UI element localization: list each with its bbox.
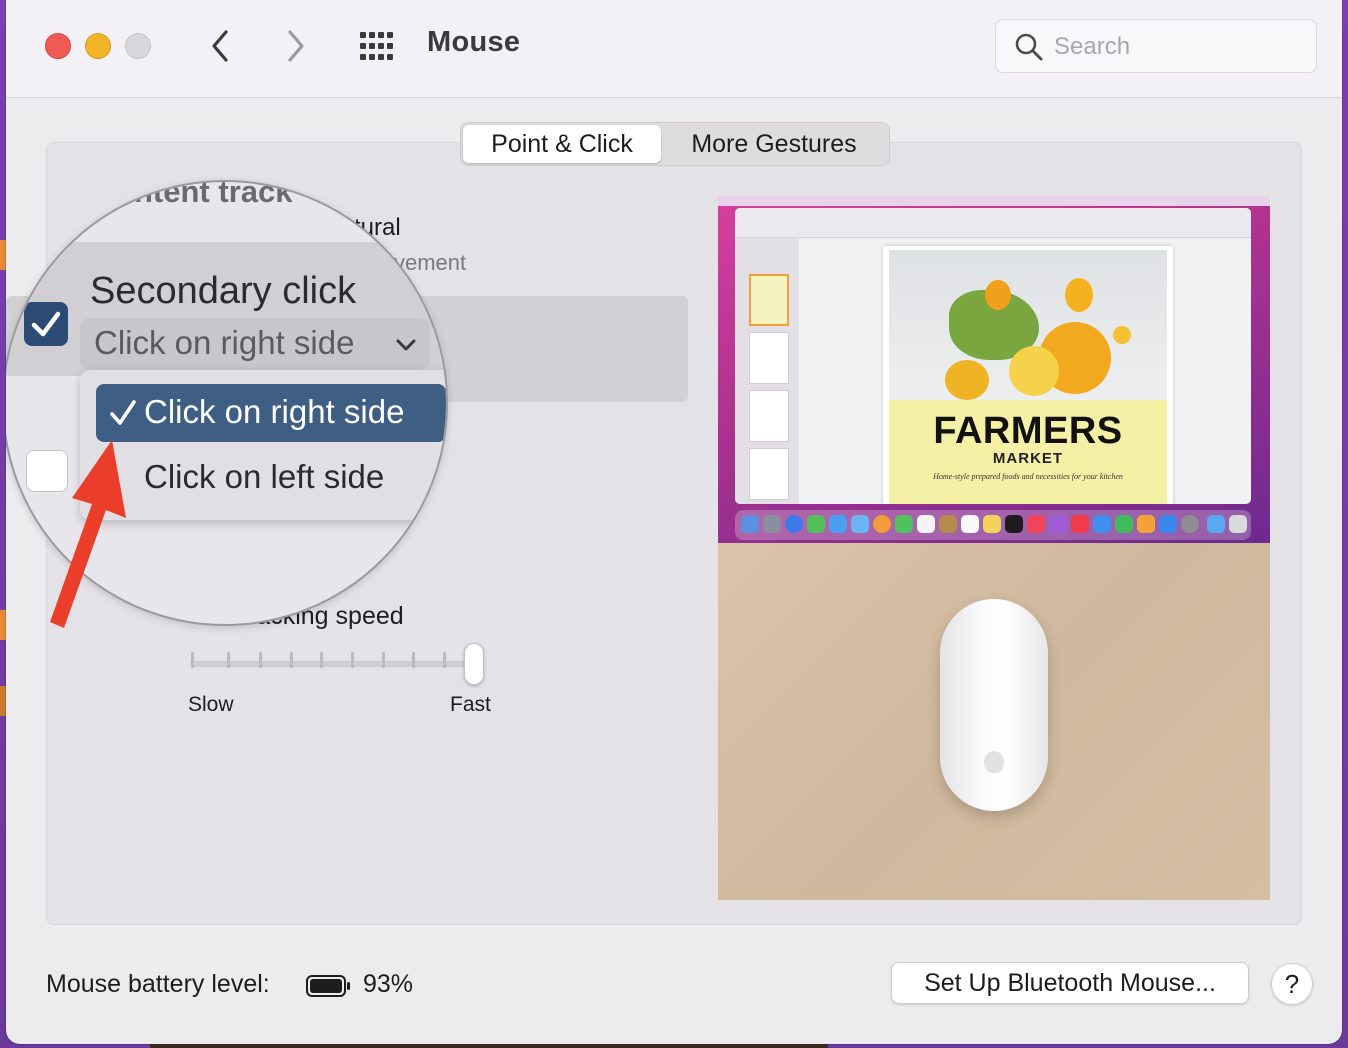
slider-tick: [191, 652, 194, 668]
back-button[interactable]: [204, 26, 238, 66]
slider-max-label: Fast: [450, 693, 491, 716]
secondary-click-value: Click on right side: [94, 324, 355, 361]
slider-tick: [290, 652, 293, 668]
help-button[interactable]: ?: [1271, 963, 1313, 1005]
slider-tick: [443, 652, 446, 668]
preview-thumbnail: [749, 274, 789, 326]
search-icon: [1015, 33, 1043, 61]
tracking-speed-slider[interactable]: [190, 661, 480, 667]
grid-icon: [360, 32, 393, 60]
slider-tick: [382, 652, 385, 668]
show-all-button[interactable]: [358, 31, 396, 61]
preview-pages-window: FARMERS MARKET Home-style prepared foods…: [735, 208, 1251, 504]
tracking-speed-slider-thumb[interactable]: [464, 643, 484, 685]
secondary-click-popup[interactable]: Click on right side: [80, 318, 430, 370]
slider-tick: [227, 652, 230, 668]
preview-dock: [735, 510, 1251, 540]
preview-menu-bar: [718, 196, 1270, 206]
chevron-left-icon: [212, 30, 228, 62]
preview-banner: FARMERS MARKET Home-style prepared foods…: [889, 400, 1167, 504]
slider-tick: [351, 652, 354, 668]
chevron-down-icon: [396, 339, 416, 351]
zoom-window-button[interactable]: [125, 33, 151, 59]
preview-doc-tagline: Home-style prepared foods and necessitie…: [933, 472, 1123, 481]
preview-doc-title: FARMERS: [933, 410, 1123, 452]
tab-bar: Point & Click More Gestures: [460, 122, 890, 166]
system-preferences-window: Mouse Point & Click More Gestures tural …: [6, 0, 1342, 1044]
secondary-click-label: Secondary click: [90, 270, 357, 312]
slider-tick: [259, 652, 262, 668]
checkmark-icon: [110, 400, 136, 425]
slider-tick: [320, 652, 323, 668]
preview-page-sidebar: [735, 238, 799, 504]
chevron-right-icon: [288, 30, 304, 62]
preview-fruit-photo: [889, 250, 1167, 400]
magic-mouse-image: [940, 599, 1048, 811]
title-bar: Mouse: [6, 0, 1342, 98]
checkmark-icon: [31, 311, 61, 337]
menu-item-click-on-left-side[interactable]: Click on left side: [144, 458, 384, 496]
preview-thumbnail: [749, 332, 789, 384]
battery-level-label: Mouse battery level:: [46, 970, 270, 998]
search-input[interactable]: [1054, 30, 1304, 64]
preview-doc-subtitle: MARKET: [992, 450, 1064, 467]
preview-mac-screen: FARMERS MARKET Home-style prepared foods…: [718, 196, 1270, 543]
minimize-window-button[interactable]: [85, 33, 111, 59]
menu-item-click-on-right-side[interactable]: Click on right side: [96, 384, 446, 442]
magnifier-cropped-label: ntent track: [134, 180, 293, 209]
close-window-button[interactable]: [45, 33, 71, 59]
battery-level-value: 93%: [363, 970, 414, 998]
tab-more-gestures[interactable]: More Gestures: [661, 125, 887, 163]
slider-tick: [412, 652, 415, 668]
preview-desk: [718, 543, 1270, 900]
battery-icon: [306, 975, 350, 997]
tab-point-and-click[interactable]: Point & Click: [463, 125, 661, 163]
menu-item-label: Click on right side: [144, 393, 405, 430]
apple-logo-icon: [984, 751, 1004, 773]
window-title: Mouse: [427, 26, 521, 58]
forward-button[interactable]: [278, 26, 312, 66]
search-field[interactable]: [995, 19, 1317, 73]
preview-toolbar: [735, 208, 1251, 238]
slider-min-label: Slow: [188, 693, 234, 716]
preview-thumbnail: [749, 448, 789, 500]
secondary-click-checkbox[interactable]: [24, 302, 68, 346]
preview-thumbnail: [749, 390, 789, 442]
annotation-arrow-icon: [50, 440, 126, 628]
preview-document-page: FARMERS MARKET Home-style prepared foods…: [883, 246, 1173, 504]
gesture-preview-video: FARMERS MARKET Home-style prepared foods…: [718, 196, 1270, 900]
set-up-bluetooth-mouse-button[interactable]: Set Up Bluetooth Mouse...: [891, 962, 1249, 1004]
